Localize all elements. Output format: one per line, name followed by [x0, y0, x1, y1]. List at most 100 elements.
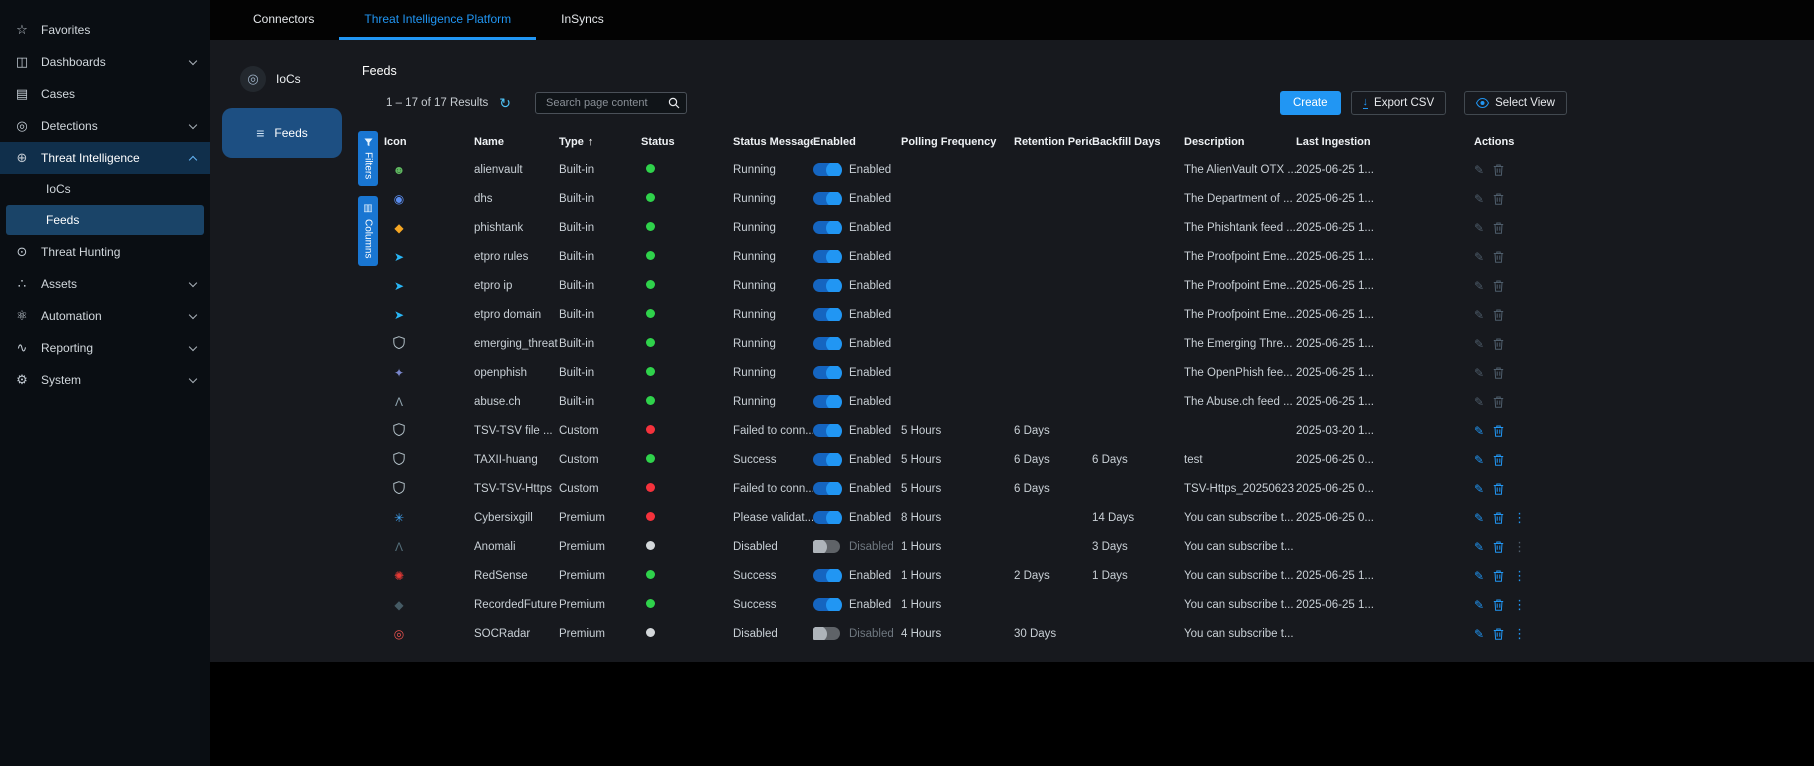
table-row[interactable]: ☻alienvaultBuilt-inRunningEnabledThe Ali…	[384, 155, 1571, 184]
delete-icon[interactable]	[1493, 396, 1504, 408]
column-header-backfill-days[interactable]: Backfill Days	[1092, 136, 1184, 148]
enabled-toggle[interactable]	[813, 308, 840, 321]
table-row[interactable]: ➤etpro domainBuilt-inRunningEnabledThe P…	[384, 300, 1571, 329]
edit-icon[interactable]: ✎	[1474, 569, 1484, 583]
delete-icon[interactable]	[1493, 222, 1504, 234]
enabled-toggle[interactable]	[813, 569, 840, 582]
edit-icon[interactable]: ✎	[1474, 279, 1484, 293]
sidebar-item-cases[interactable]: ▤Cases	[0, 78, 210, 110]
kebab-menu-icon[interactable]: ⋮	[1513, 626, 1526, 642]
edit-icon[interactable]: ✎	[1474, 337, 1484, 351]
column-header-polling-frequency[interactable]: Polling Frequency	[901, 136, 1014, 148]
enabled-toggle[interactable]	[813, 453, 840, 466]
columns-button[interactable]: ▥ Columns	[358, 196, 378, 265]
table-row[interactable]: TSV-TSV file ...CustomFailed to conn...E…	[384, 416, 1571, 445]
table-row[interactable]: ➤etpro rulesBuilt-inRunningEnabledThe Pr…	[384, 242, 1571, 271]
tab-threat-intelligence-platform[interactable]: Threat Intelligence Platform	[339, 0, 536, 40]
subnav-item-feeds[interactable]: ≡ Feeds	[222, 108, 342, 158]
sidebar-item-dashboards[interactable]: ◫Dashboards	[0, 46, 210, 78]
edit-icon[interactable]: ✎	[1474, 366, 1484, 380]
enabled-toggle[interactable]	[813, 192, 840, 205]
column-header-last-ingestion[interactable]: Last Ingestion	[1296, 136, 1474, 148]
delete-icon[interactable]	[1493, 367, 1504, 379]
column-header-icon[interactable]: Icon	[384, 136, 474, 148]
edit-icon[interactable]: ✎	[1474, 627, 1484, 641]
edit-icon[interactable]: ✎	[1474, 221, 1484, 235]
table-row[interactable]: ◎SOCRadarPremiumDisabledDisabled4 Hours3…	[384, 619, 1571, 648]
edit-icon[interactable]: ✎	[1474, 308, 1484, 322]
delete-icon[interactable]	[1493, 338, 1504, 350]
edit-icon[interactable]: ✎	[1474, 598, 1484, 612]
delete-icon[interactable]	[1493, 512, 1504, 524]
delete-icon[interactable]	[1493, 309, 1504, 321]
enabled-toggle[interactable]	[813, 511, 840, 524]
enabled-toggle[interactable]	[813, 163, 840, 176]
edit-icon[interactable]: ✎	[1474, 453, 1484, 467]
sidebar-item-system[interactable]: ⚙System	[0, 364, 210, 396]
table-row[interactable]: ✺RedSensePremiumSuccessEnabled1 Hours2 D…	[384, 561, 1571, 590]
delete-icon[interactable]	[1493, 599, 1504, 611]
table-row[interactable]: TAXII-huangCustomSuccessEnabled5 Hours6 …	[384, 445, 1571, 474]
search-input[interactable]	[544, 96, 668, 110]
table-row[interactable]: ΛAnomaliPremiumDisabledDisabled1 Hours3 …	[384, 532, 1571, 561]
enabled-toggle[interactable]	[813, 424, 840, 437]
table-row[interactable]: Λabuse.chBuilt-inRunningEnabledThe Abuse…	[384, 387, 1571, 416]
sidebar-subitem-iocs[interactable]: IoCs	[0, 174, 210, 204]
table-row[interactable]: emerging_threatBuilt-inRunningEnabledThe…	[384, 329, 1571, 358]
delete-icon[interactable]	[1493, 164, 1504, 176]
sidebar-item-detections[interactable]: ◎Detections	[0, 110, 210, 142]
enabled-toggle[interactable]	[813, 627, 840, 640]
sidebar-item-automation[interactable]: ⚛Automation	[0, 300, 210, 332]
sidebar-item-threat-intelligence[interactable]: ⊕Threat Intelligence	[0, 142, 210, 174]
table-row[interactable]: ✦openphishBuilt-inRunningEnabledThe Open…	[384, 358, 1571, 387]
kebab-menu-icon[interactable]: ⋮	[1513, 510, 1526, 526]
tab-insyncs[interactable]: InSyncs	[536, 0, 629, 40]
edit-icon[interactable]: ✎	[1474, 540, 1484, 554]
column-header-description[interactable]: Description	[1184, 136, 1296, 148]
edit-icon[interactable]: ✎	[1474, 424, 1484, 438]
kebab-menu-icon[interactable]: ⋮	[1513, 597, 1526, 613]
subnav-item-iocs[interactable]: ◎ IoCs	[240, 66, 356, 92]
delete-icon[interactable]	[1493, 454, 1504, 466]
delete-icon[interactable]	[1493, 541, 1504, 553]
table-row[interactable]: ✳CybersixgillPremiumPlease validat...Ena…	[384, 503, 1571, 532]
column-header-status[interactable]: Status	[641, 136, 733, 148]
enabled-toggle[interactable]	[813, 598, 840, 611]
refresh-icon[interactable]: ↻	[499, 95, 511, 112]
table-row[interactable]: ◆phishtankBuilt-inRunningEnabledThe Phis…	[384, 213, 1571, 242]
delete-icon[interactable]	[1493, 280, 1504, 292]
table-row[interactable]: ◆RecordedFuturePremiumSuccessEnabled1 Ho…	[384, 590, 1571, 619]
delete-icon[interactable]	[1493, 193, 1504, 205]
create-button[interactable]: Create	[1280, 91, 1341, 115]
enabled-toggle[interactable]	[813, 540, 840, 553]
sidebar-item-assets[interactable]: ∴Assets	[0, 268, 210, 300]
enabled-toggle[interactable]	[813, 279, 840, 292]
enabled-toggle[interactable]	[813, 482, 840, 495]
tab-connectors[interactable]: Connectors	[228, 0, 339, 40]
enabled-toggle[interactable]	[813, 366, 840, 379]
column-header-name[interactable]: Name	[474, 136, 559, 148]
sidebar-item-threat-hunting[interactable]: ⊙Threat Hunting	[0, 236, 210, 268]
kebab-menu-icon[interactable]: ⋮	[1513, 568, 1526, 584]
delete-icon[interactable]	[1493, 570, 1504, 582]
enabled-toggle[interactable]	[813, 337, 840, 350]
sidebar-subitem-feeds[interactable]: Feeds	[6, 205, 204, 235]
select-view-button[interactable]: Select View	[1464, 91, 1567, 115]
column-header-retention-period[interactable]: Retention Period	[1014, 136, 1092, 148]
export-csv-button[interactable]: ↓ Export CSV	[1351, 91, 1447, 115]
edit-icon[interactable]: ✎	[1474, 511, 1484, 525]
column-header-type[interactable]: Type↑	[559, 136, 641, 148]
edit-icon[interactable]: ✎	[1474, 192, 1484, 206]
enabled-toggle[interactable]	[813, 250, 840, 263]
edit-icon[interactable]: ✎	[1474, 163, 1484, 177]
table-row[interactable]: TSV-TSV-HttpsCustomFailed to conn...Enab…	[384, 474, 1571, 503]
kebab-menu-icon[interactable]: ⋮	[1513, 539, 1526, 555]
delete-icon[interactable]	[1493, 425, 1504, 437]
table-row[interactable]: ◉dhsBuilt-inRunningEnabledThe Department…	[384, 184, 1571, 213]
sidebar-item-reporting[interactable]: ∿Reporting	[0, 332, 210, 364]
column-header-actions[interactable]: Actions	[1474, 136, 1571, 148]
sidebar-item-favorites[interactable]: ☆Favorites	[0, 14, 210, 46]
edit-icon[interactable]: ✎	[1474, 250, 1484, 264]
table-row[interactable]: ➤etpro ipBuilt-inRunningEnabledThe Proof…	[384, 271, 1571, 300]
filters-button[interactable]: Filters	[358, 131, 378, 186]
